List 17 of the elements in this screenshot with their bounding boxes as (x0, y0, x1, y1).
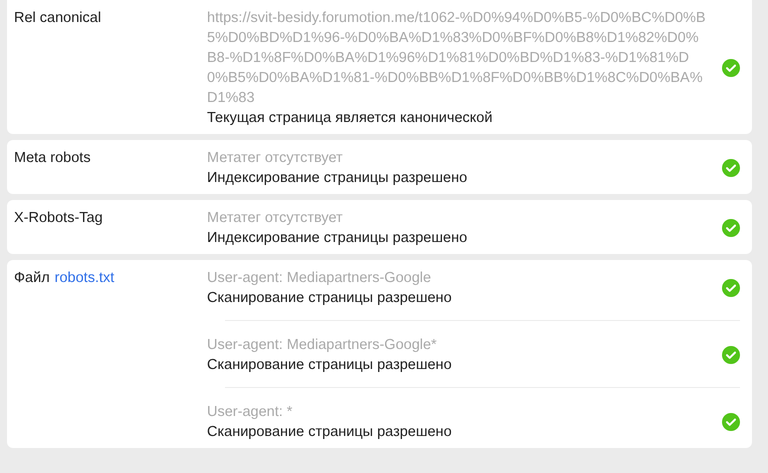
entry-result: Индексирование страницы разрешено (207, 169, 468, 188)
entry-hint: https://svit-besidy.forumotion.me/t1062-%D0%94%D0%B5-%D0%BC%D0%B5%D0%BD%D1%96-%D0%BA%D1%83%D0%BF%D0%B8%D1%82%D0%B8-%D1%8F%D0%BA%D1%96%D1%81%D0%BD%D1%83-%D1%81%D0%B5%D0%BA%D1%81-%D0%BB%D1%8F%D0%BB%D1%8C%D0%BA%D1%83 (207, 9, 707, 108)
entry-result: Сканирование страницы разрешено (207, 423, 453, 442)
entry-result: Сканирование страницы разрешено (207, 289, 453, 308)
row-label: Файл (14, 270, 50, 286)
entry-result: Сканирование страницы разрешено (207, 356, 453, 375)
entry-result: Текущая страница является канонической (207, 109, 494, 128)
entry-hint: User-agent: Mediapartners-Google* (207, 336, 438, 355)
row-label: X-Robots-Tag (14, 210, 103, 226)
robots-link[interactable]: robots.txt (54, 270, 114, 286)
entry-hint: User-agent: * (207, 403, 294, 422)
entry-hint: Метатег отсутствует (207, 149, 344, 168)
entry-hint: User-agent: Mediapartners-Google (207, 269, 432, 288)
row-label: Meta robots (14, 150, 91, 166)
entry-result: Индексирование страницы разрешено (207, 229, 468, 248)
row-label: Rel canonical (14, 10, 102, 26)
entry-hint: Метатег отсутствует (207, 209, 344, 228)
